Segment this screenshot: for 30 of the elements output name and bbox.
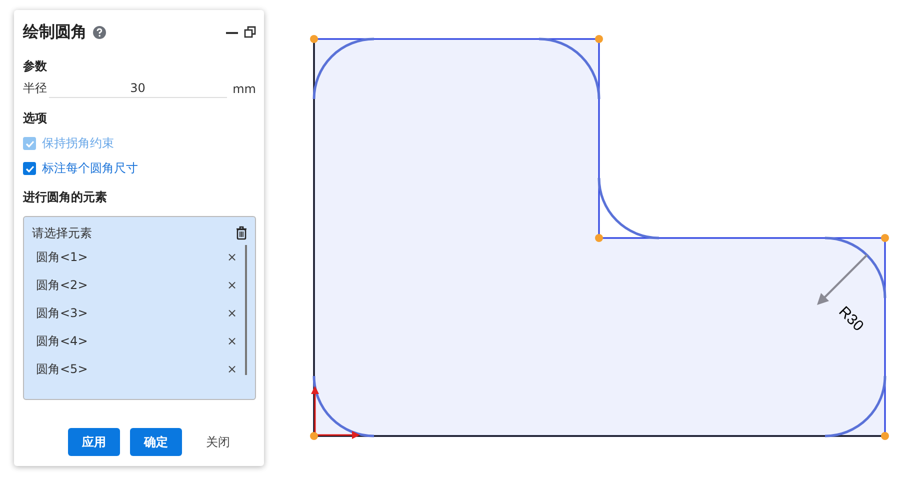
radius-label: 半径 [23, 80, 48, 97]
panel-title: 绘制圆角 [23, 22, 87, 42]
remove-button[interactable]: × [226, 334, 237, 348]
fillet-item[interactable]: 圆角<2> [36, 276, 88, 294]
selection-placeholder: 请选择元素 [32, 224, 92, 242]
remove-button[interactable]: × [226, 306, 237, 320]
help-icon[interactable] [93, 26, 106, 38]
fillet-item[interactable]: 圆角<5> [36, 360, 88, 378]
trash-icon[interactable] [236, 226, 247, 240]
remove-button[interactable]: × [226, 250, 237, 264]
restore-icon[interactable] [244, 26, 256, 38]
section-heading: 选项 [23, 110, 48, 127]
section-heading: 进行圆角的元素 [23, 189, 108, 206]
dimension-label: R30 [835, 303, 867, 335]
section-heading: 参数 [23, 58, 48, 75]
close-button[interactable]: 关闭 [192, 428, 244, 456]
remove-button[interactable]: × [226, 278, 237, 292]
unit-label: mm [232, 82, 256, 96]
scrollbar[interactable] [245, 245, 247, 375]
confirm-button[interactable]: 应用 [68, 428, 120, 456]
checkbox[interactable] [23, 162, 36, 175]
fillet-item[interactable]: 圆角<4> [36, 332, 88, 350]
checkbox-label: 标注每个圆角尺寸 [42, 160, 138, 177]
confirm-button[interactable]: 确定 [130, 428, 182, 456]
fillet-item[interactable]: 圆角<1> [36, 248, 88, 266]
fillet-item[interactable]: 圆角<3> [36, 304, 88, 322]
remove-button[interactable]: × [226, 362, 237, 376]
dimension-arrow [817, 254, 868, 305]
checkbox-label: 保持拐角约束 [42, 135, 114, 152]
selection-list[interactable]: 请选择元素 圆角<1> × 圆角<2> × 圆角<3> × 圆角<4> × 圆角<5> × [23, 216, 256, 400]
